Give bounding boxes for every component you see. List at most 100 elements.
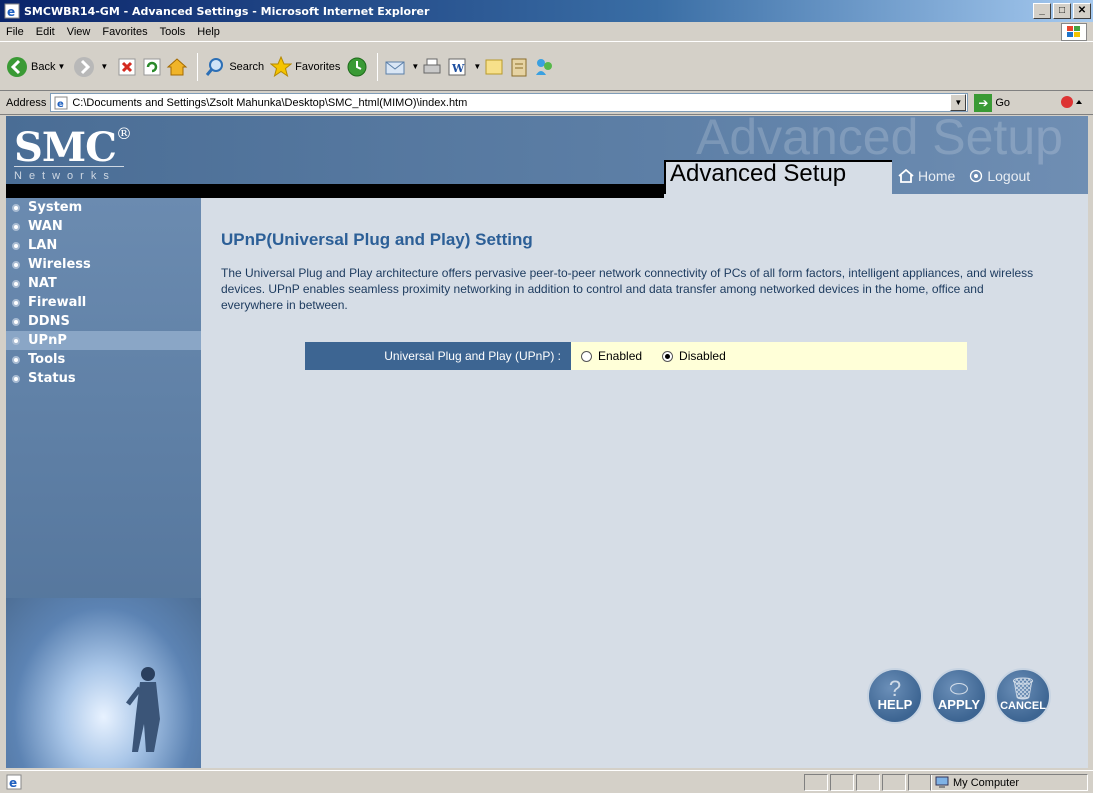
history-icon[interactable] <box>346 56 368 78</box>
toolbar: Back ▼ ▼ Search Favorites ▼ W ▼ <box>0 43 1093 91</box>
menu-view[interactable]: View <box>67 26 91 38</box>
window-title-bar: e SMCWBR14-GM - Advanced Settings - Micr… <box>0 0 1093 22</box>
menu-help[interactable]: Help <box>197 26 220 38</box>
sidebar-item-firewall[interactable]: Firewall <box>6 293 201 312</box>
address-dropdown-icon[interactable]: ▼ <box>950 94 967 111</box>
address-bar: Address e C:\Documents and Settings\Zsol… <box>0 91 1093 115</box>
sidebar-item-system[interactable]: System <box>6 198 201 217</box>
router-page: Advanced Setup SMC® Networks Advanced Se… <box>6 116 1088 768</box>
bullet-icon <box>12 375 20 383</box>
menu-favorites[interactable]: Favorites <box>102 26 147 38</box>
bullet-icon <box>12 204 20 212</box>
back-button[interactable]: Back ▼ <box>6 56 67 78</box>
sidebar-photo <box>6 598 201 768</box>
upnp-setting-options: Enabled Disabled <box>571 342 967 370</box>
menu-bar: File Edit View Favorites Tools Help <box>0 22 1093 42</box>
back-dropdown-icon[interactable]: ▼ <box>57 62 65 71</box>
sidebar-item-ddns[interactable]: DDNS <box>6 312 201 331</box>
status-pane <box>908 774 932 791</box>
upnp-disabled-label[interactable]: Disabled <box>679 349 726 363</box>
security-zone: My Computer <box>930 774 1088 791</box>
bullet-icon <box>12 280 20 288</box>
forward-button[interactable]: ▼ <box>73 56 110 78</box>
smc-networks-text: Networks <box>14 170 116 182</box>
upnp-enabled-radio[interactable] <box>581 350 592 362</box>
mail-icon[interactable] <box>384 56 406 78</box>
svg-text:W: W <box>451 62 465 75</box>
apply-button[interactable]: ⬭ APPLY <box>931 668 987 724</box>
upnp-enabled-label[interactable]: Enabled <box>598 349 642 363</box>
svg-text:e: e <box>57 99 64 110</box>
address-label: Address <box>6 96 47 109</box>
home-icon[interactable] <box>166 56 188 78</box>
bullet-icon <box>12 318 20 326</box>
computer-icon <box>935 776 949 788</box>
refresh-icon[interactable] <box>141 56 163 78</box>
page-icon: e <box>54 96 68 110</box>
favorites-label: Favorites <box>295 60 341 73</box>
bullet-icon <box>12 261 20 269</box>
status-bar: e My Computer <box>0 770 1093 793</box>
close-button[interactable]: ✕ <box>1073 3 1091 19</box>
sidebar-item-upnp[interactable]: UPnP <box>6 331 201 350</box>
edit-word-icon[interactable]: W <box>446 56 468 78</box>
maximize-button[interactable]: □ <box>1053 3 1071 19</box>
favorites-button[interactable]: Favorites <box>270 55 341 78</box>
status-pane <box>882 774 906 791</box>
windows-logo-icon <box>1061 23 1087 41</box>
header-divider-bar <box>6 184 664 198</box>
search-button[interactable]: Search <box>204 56 264 78</box>
address-value: C:\Documents and Settings\Zsolt Mahunka\… <box>72 96 468 109</box>
sidebar-item-wan[interactable]: WAN <box>6 217 201 236</box>
sidebar-item-tools[interactable]: Tools <box>6 350 201 369</box>
menu-edit[interactable]: Edit <box>36 26 55 38</box>
bullet-icon <box>12 337 20 345</box>
apply-icon: ⬭ <box>949 676 969 701</box>
upnp-disabled-radio[interactable] <box>662 350 674 362</box>
menu-file[interactable]: File <box>6 26 24 38</box>
search-label: Search <box>229 60 265 73</box>
messenger-icon[interactable] <box>533 56 555 78</box>
page-title: UPnP(Universal Plug and Play) Setting <box>221 230 533 249</box>
status-pane <box>856 774 880 791</box>
star-icon <box>270 55 293 77</box>
toolbar-separator <box>377 52 379 81</box>
menu-tools[interactable]: Tools <box>160 26 186 38</box>
sidebar-item-status[interactable]: Status <box>6 369 201 388</box>
search-icon <box>206 57 224 76</box>
ie-page-icon: e <box>6 774 22 790</box>
main-content: UPnP(Universal Plug and Play) Setting Th… <box>201 198 1088 768</box>
person-figure-icon <box>126 667 160 752</box>
go-arrow-icon: ➔ <box>974 93 993 112</box>
edit-dropdown-icon[interactable]: ▼ <box>473 62 481 71</box>
page-header: Advanced Setup SMC® Networks Advanced Se… <box>6 116 1088 194</box>
logout-icon <box>970 169 983 183</box>
discuss-icon[interactable] <box>483 56 505 78</box>
bullet-icon <box>12 242 20 250</box>
go-label: Go <box>995 96 1011 109</box>
address-input[interactable]: e C:\Documents and Settings\Zsolt Mahunk… <box>50 93 969 112</box>
action-buttons: ? HELP ⬭ APPLY 🗑 CANCEL <box>867 668 1051 724</box>
help-button[interactable]: ? HELP <box>867 668 923 724</box>
minimize-button[interactable]: _ <box>1033 3 1051 19</box>
sidebar-item-wireless[interactable]: Wireless <box>6 255 201 274</box>
stop-icon[interactable] <box>116 56 138 78</box>
svg-text:e: e <box>9 776 17 790</box>
links-icon[interactable] <box>1059 94 1085 110</box>
sidebar-item-lan[interactable]: LAN <box>6 236 201 255</box>
header-links: Home Logout <box>898 168 1030 184</box>
research-icon[interactable] <box>508 56 530 78</box>
sidebar-item-nat[interactable]: NAT <box>6 274 201 293</box>
mail-dropdown-icon[interactable]: ▼ <box>411 62 419 71</box>
print-icon[interactable] <box>421 56 443 78</box>
home-link[interactable]: Home <box>898 168 955 184</box>
security-zone-label: My Computer <box>953 776 1020 789</box>
logout-link[interactable]: Logout <box>969 168 1030 184</box>
window-controls: _ □ ✕ <box>1033 3 1091 19</box>
bullet-icon <box>12 356 20 364</box>
cancel-button[interactable]: 🗑 CANCEL <box>995 668 1051 724</box>
logo-divider <box>14 166 124 167</box>
go-button[interactable]: ➔ Go <box>974 93 1011 112</box>
forward-dropdown-icon[interactable]: ▼ <box>100 62 108 71</box>
page-header-title: Advanced Setup <box>670 160 847 187</box>
